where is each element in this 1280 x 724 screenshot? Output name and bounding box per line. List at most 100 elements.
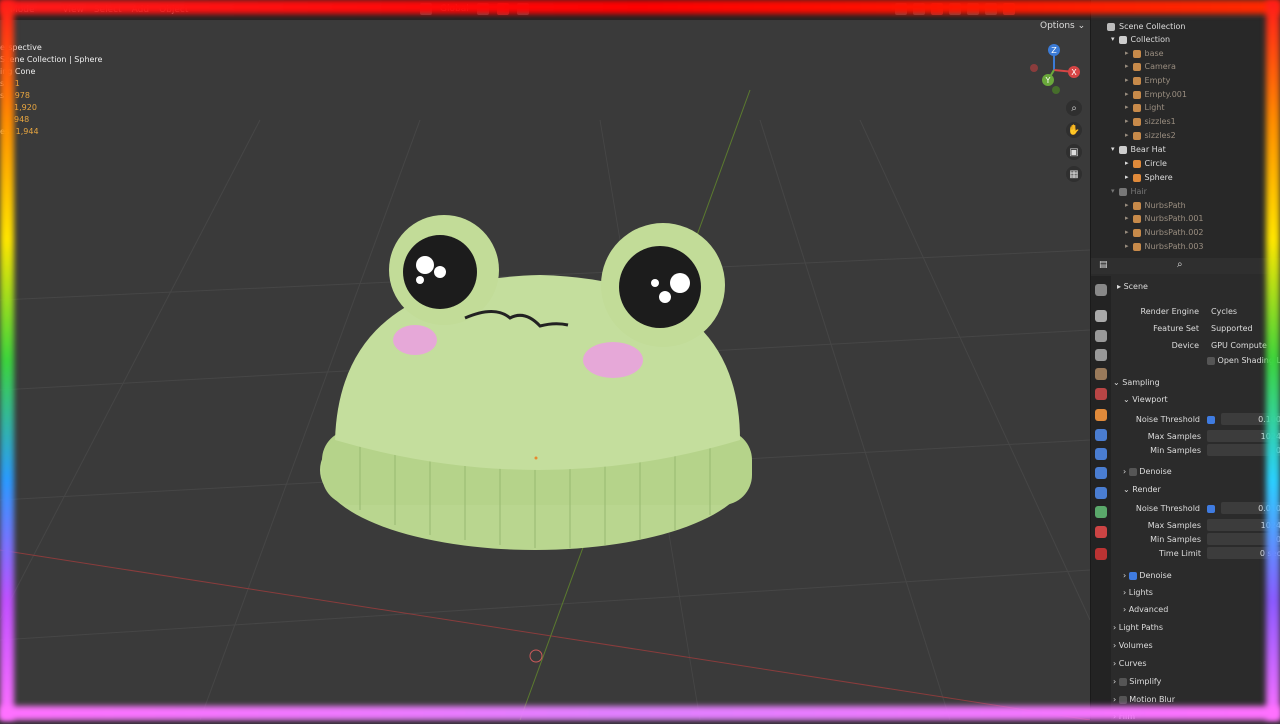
viewport-denoise-subpanel[interactable]: › Denoise	[1123, 465, 1172, 479]
scene-label: ▸ Scene	[1117, 282, 1148, 291]
material-tab-icon[interactable]	[1095, 526, 1107, 538]
object-tab-icon[interactable]	[1095, 409, 1107, 421]
mesh-icon	[1132, 173, 1141, 182]
data-tab-icon[interactable]	[1095, 506, 1107, 518]
overlay-icon[interactable]	[931, 3, 943, 15]
sampling-panel-header[interactable]: ⌄ Sampling	[1113, 376, 1160, 390]
transform-orientation-icon[interactable]	[420, 3, 432, 15]
menu-add[interactable]: Add	[132, 5, 149, 15]
proportional-edit-icon[interactable]	[516, 3, 529, 15]
outliner-row[interactable]: ▸ Empty	[1125, 74, 1170, 87]
options-dropdown[interactable]: Options ⌄	[1040, 21, 1085, 31]
noise-threshold-checkbox[interactable]	[1207, 505, 1215, 513]
lights-subpanel[interactable]: › Lights	[1123, 586, 1153, 600]
mesh-icon	[1132, 117, 1141, 126]
checkbox[interactable]	[1128, 467, 1137, 476]
feature-set-row[interactable]: Feature Set Supported	[1111, 322, 1280, 336]
pivot-icon[interactable]	[476, 3, 489, 15]
device-row[interactable]: Device GPU Compute	[1111, 339, 1280, 353]
outliner-row[interactable]: ▸ NurbsPath.003	[1125, 240, 1204, 253]
particles-tab-icon[interactable]	[1095, 448, 1107, 460]
gizmo-toggle-icon[interactable]	[913, 3, 925, 15]
navigation-gizmo[interactable]: Z X Y	[1026, 42, 1082, 98]
outliner-row[interactable]: ▸ Light	[1125, 101, 1164, 114]
checkbox[interactable]	[1118, 677, 1127, 686]
collection-icon	[1118, 145, 1127, 154]
solid-shading-icon[interactable]	[967, 3, 979, 15]
stat-line: ing Cone	[0, 67, 36, 76]
modifier-tab-icon[interactable]	[1095, 429, 1107, 441]
menu-view[interactable]: View	[63, 5, 84, 15]
zoom-icon[interactable]: ⌕	[1066, 100, 1082, 116]
outliner-row[interactable]: ▾ Bear Hat	[1111, 143, 1166, 156]
render-tab-icon[interactable]	[1095, 310, 1107, 322]
outliner-row[interactable]: ▸ Sphere	[1125, 171, 1173, 184]
world-tab-icon[interactable]	[1095, 388, 1107, 400]
scene-icon: ▸	[1117, 282, 1122, 291]
viewport-max-samples[interactable]: Max Samples 1024	[1111, 430, 1280, 444]
menu-select[interactable]: Select	[94, 5, 122, 15]
curves-panel[interactable]: › Curves	[1113, 657, 1147, 671]
frog-hat-model[interactable]	[320, 215, 752, 550]
outliner-row[interactable]: ▸ Camera	[1125, 60, 1176, 73]
render-denoise-subpanel[interactable]: › Denoise	[1123, 569, 1172, 583]
outliner-row[interactable]: Scene Collection	[1107, 20, 1186, 33]
render-engine-row[interactable]: Render Engine Cycles	[1111, 305, 1280, 319]
outliner[interactable]: Scene Collection ▾ Collection ▸ base ▸ Came…	[1091, 18, 1280, 258]
xray-icon[interactable]	[949, 3, 961, 15]
texture-tab-icon[interactable]	[1095, 548, 1107, 560]
mode-dropdown[interactable]: Mode	[10, 5, 35, 15]
checkbox[interactable]	[1118, 695, 1127, 704]
constraints-tab-icon[interactable]	[1095, 487, 1107, 499]
material-shading-icon[interactable]	[985, 3, 997, 15]
collection-icon	[1118, 35, 1127, 44]
render-subpanel-header[interactable]: ⌄ Render	[1123, 483, 1161, 497]
outliner-row[interactable]: ▸ NurbsPath.002	[1125, 226, 1204, 239]
outliner-row[interactable]: ▸ sizzles2	[1125, 129, 1176, 142]
outliner-row[interactable]: ▾ Hair	[1111, 185, 1147, 198]
tool-tab-icon[interactable]	[1095, 284, 1107, 296]
visibility-icon[interactable]	[895, 3, 907, 15]
checkbox[interactable]	[1207, 356, 1215, 365]
stat-line: erspective	[0, 43, 42, 52]
3d-cursor	[529, 649, 543, 663]
noise-threshold-checkbox[interactable]	[1207, 416, 1215, 424]
outliner-row[interactable]: ▸ base	[1125, 47, 1164, 60]
search-icon[interactable]: ⌕	[1177, 259, 1183, 270]
pan-hand-icon[interactable]: ✋	[1066, 122, 1082, 138]
viewport-min-samples[interactable]: Min Samples 0	[1111, 444, 1280, 458]
3d-viewport[interactable]: Mode View Select Add Object Global Optio…	[0, 0, 1090, 720]
checkbox[interactable]	[1128, 571, 1137, 580]
film-panel[interactable]: › Film	[1113, 710, 1135, 724]
physics-tab-icon[interactable]	[1095, 467, 1107, 479]
snap-icon[interactable]	[496, 3, 509, 15]
output-tab-icon[interactable]	[1095, 330, 1107, 342]
editor-type-icon[interactable]: ▤	[1099, 260, 1108, 270]
light-paths-panel[interactable]: › Light Paths	[1113, 621, 1163, 635]
camera-view-icon[interactable]: ▣	[1066, 144, 1082, 160]
viewport-noise-threshold[interactable]: Noise Threshold 0.100	[1111, 413, 1280, 427]
scene-tab-icon[interactable]	[1095, 368, 1107, 380]
render-noise-threshold[interactable]: Noise Threshold 0.010	[1111, 502, 1280, 516]
outliner-row[interactable]: ▾ Collection	[1111, 33, 1170, 46]
motion-blur-panel[interactable]: › Motion Blur	[1113, 693, 1175, 707]
time-limit-field[interactable]: Time Limit 0 sec	[1111, 547, 1280, 561]
viewport-subpanel-header[interactable]: ⌄ Viewport	[1123, 393, 1168, 407]
outliner-row[interactable]: ▸ Circle	[1125, 157, 1167, 170]
view-layer-tab-icon[interactable]	[1095, 349, 1107, 361]
rendered-shading-icon[interactable]	[1003, 3, 1015, 15]
outliner-row[interactable]: ▸ Empty.001	[1125, 88, 1187, 101]
render-max-samples[interactable]: Max Samples 1024	[1111, 519, 1280, 533]
transform-orientation-dropdown[interactable]: Global	[440, 4, 469, 14]
menu-object[interactable]: Object	[159, 5, 188, 15]
outliner-row[interactable]: ▸ NurbsPath	[1125, 199, 1186, 212]
open-shading-checkbox[interactable]: Open Shading Lan	[1207, 354, 1280, 368]
simplify-panel[interactable]: › Simplify	[1113, 675, 1161, 689]
outliner-row[interactable]: ▸ NurbsPath.001	[1125, 212, 1204, 225]
curve-icon	[1132, 201, 1141, 210]
grid-view-icon[interactable]: ▦	[1066, 166, 1082, 182]
outliner-row[interactable]: ▸ sizzles1	[1125, 115, 1176, 128]
advanced-subpanel[interactable]: › Advanced	[1123, 603, 1168, 617]
render-min-samples[interactable]: Min Samples 0	[1111, 533, 1280, 547]
volumes-panel[interactable]: › Volumes	[1113, 639, 1153, 653]
